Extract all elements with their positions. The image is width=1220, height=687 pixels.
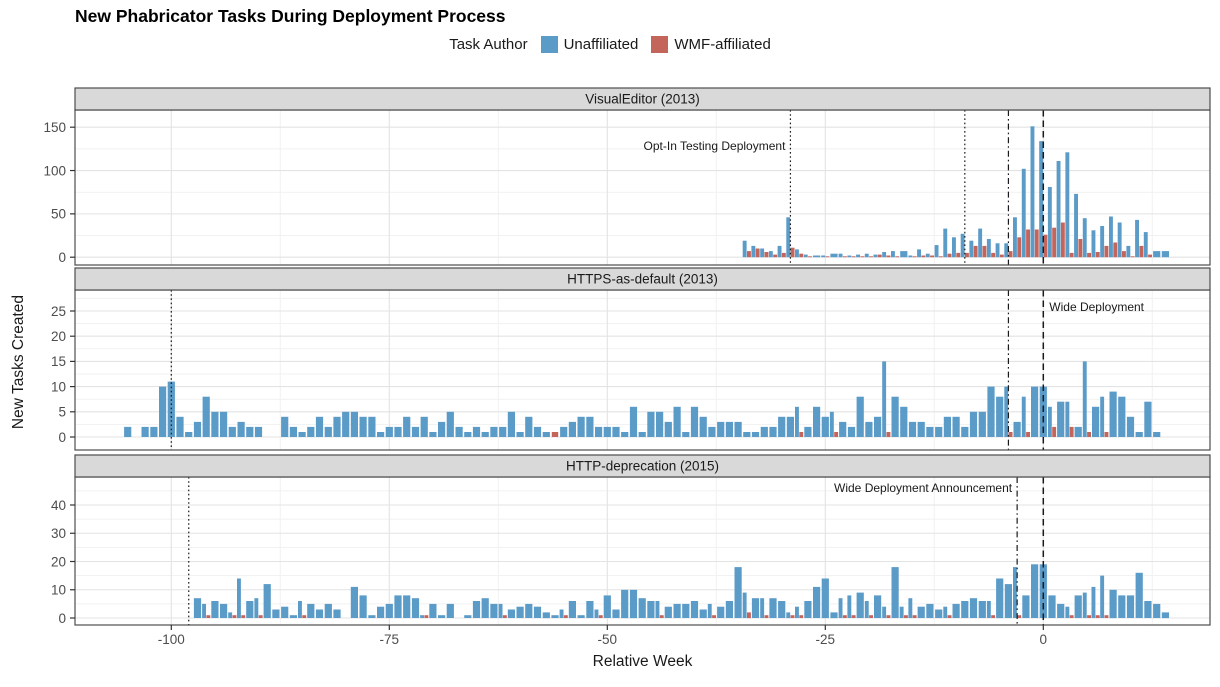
y-tick-label: 20 — [51, 329, 66, 344]
y-tick-label: 10 — [51, 583, 66, 598]
y-tick-label: 25 — [51, 304, 66, 319]
facet-0: Opt-In Testing Deployment VisualEditor (2… — [43, 88, 1210, 265]
y-tick-label: 0 — [58, 250, 66, 265]
event-annotation: Wide Deployment Announcement — [834, 481, 1013, 495]
facet-strip-label: VisualEditor (2013) — [585, 92, 700, 107]
event-annotation: Wide Deployment — [1049, 300, 1144, 314]
x-tick-label: 0 — [1040, 632, 1048, 647]
y-tick-label: 20 — [51, 554, 66, 569]
facet-strip-label: HTTPS-as-default (2013) — [567, 272, 718, 287]
x-tick-label: -100 — [158, 632, 185, 647]
facet-2: Wide Deployment Announcement HTTP-depreca… — [51, 455, 1210, 626]
x-axis: -100 -75 -50 -25 0 — [158, 625, 1047, 647]
y-tick-label: 30 — [51, 526, 66, 541]
facet-strip-label: HTTP-deprecation (2015) — [566, 459, 719, 474]
figure: New Phabricator Tasks During Deployment … — [0, 0, 1220, 687]
x-tick-label: -50 — [598, 632, 618, 647]
x-axis-title: Relative Week — [75, 653, 1210, 671]
y-tick-label: 100 — [43, 163, 66, 178]
y-tick-label: 15 — [51, 354, 66, 369]
x-tick-label: -25 — [816, 632, 836, 647]
x-tick-label: -75 — [380, 632, 400, 647]
y-tick-label: 150 — [43, 120, 66, 135]
y-tick-label: 50 — [51, 207, 66, 222]
y-tick-label: 0 — [58, 611, 66, 626]
event-annotation: Opt-In Testing Deployment — [644, 139, 787, 153]
facet-1: Wide Deployment HTTPS-as-default (2013) 0 5… — [51, 268, 1210, 450]
y-tick-label: 40 — [51, 498, 66, 513]
chart-canvas: Opt-In Testing Deployment VisualEditor (2… — [0, 0, 1220, 687]
y-tick-label: 5 — [58, 405, 66, 420]
y-tick-label: 10 — [51, 379, 66, 394]
y-tick-label: 0 — [58, 430, 66, 445]
